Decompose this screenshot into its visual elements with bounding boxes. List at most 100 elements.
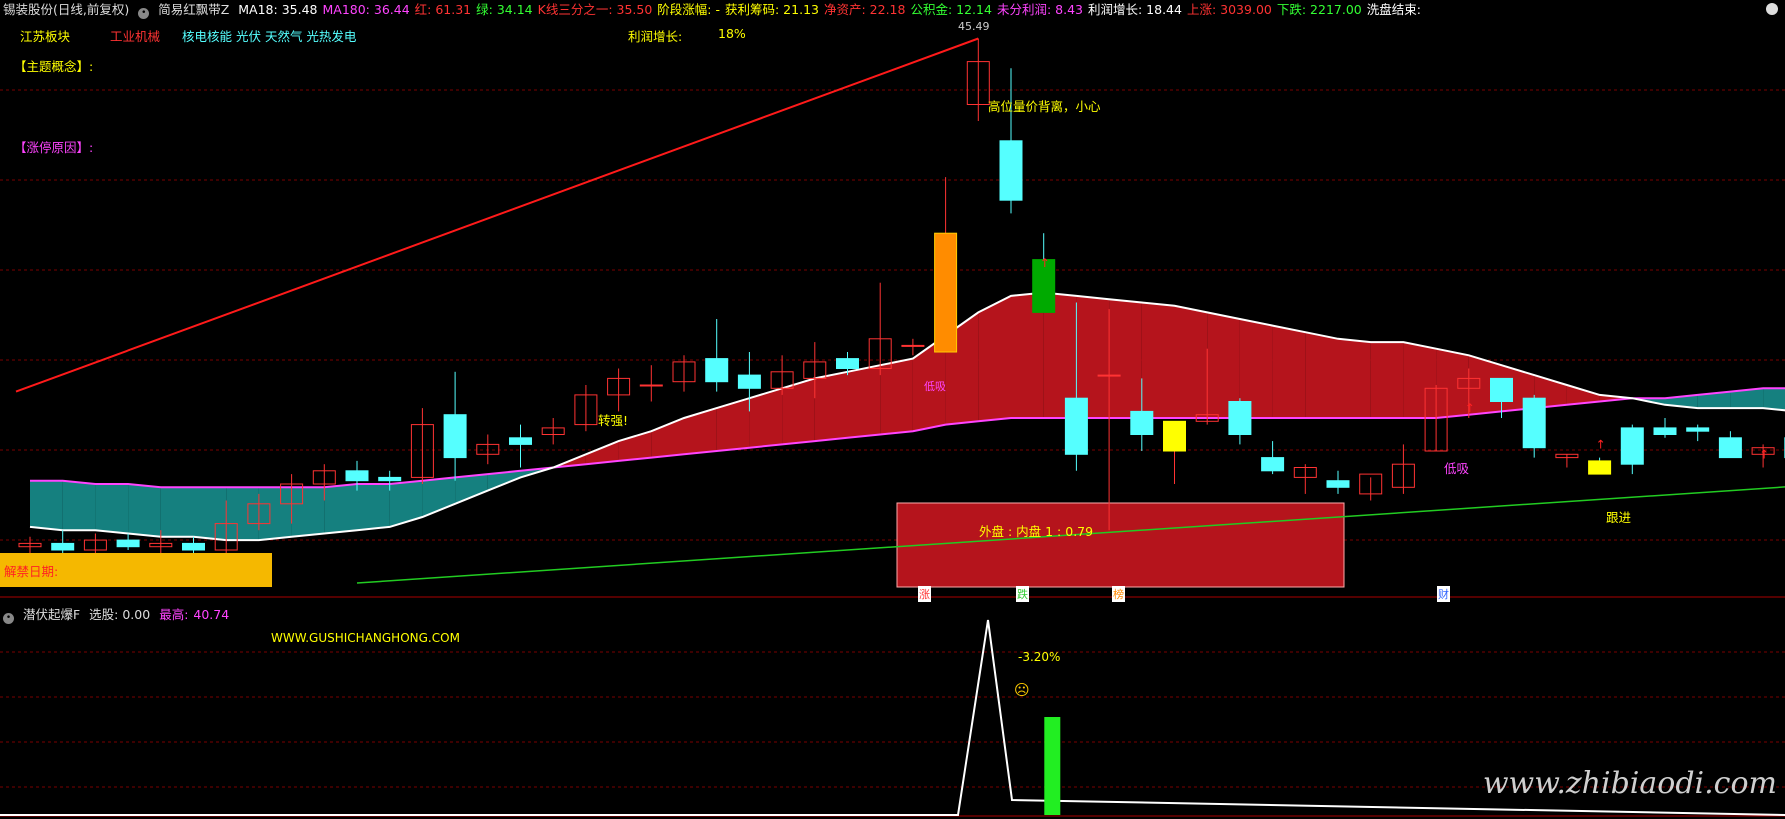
settings-icon[interactable]: • xyxy=(138,8,150,19)
turn-strong-annotation: 转强! xyxy=(598,413,629,428)
up-arrow-icon: ↑ xyxy=(1040,256,1050,270)
ribbon-segment xyxy=(684,408,717,455)
ribbon-segment xyxy=(814,371,848,442)
header-item: 公积金: 12.14 xyxy=(910,2,992,17)
candle-body xyxy=(116,539,140,548)
header-item: 净资产: 22.18 xyxy=(823,2,906,17)
ribbon-segment xyxy=(1370,342,1404,418)
ribbon-segment xyxy=(1338,338,1371,418)
header-item: K线三分之一: 35.50 xyxy=(537,2,653,17)
candle-body xyxy=(639,384,663,387)
website-label: WWW.GUSHICHANGHONG.COM xyxy=(271,631,460,645)
select-label: 选股: 0.00 xyxy=(89,607,151,622)
close-icon[interactable] xyxy=(1766,3,1778,15)
tag-finance: 财 xyxy=(1437,586,1450,602)
high-label: 最高: xyxy=(159,607,189,622)
candle-body xyxy=(999,140,1023,201)
candle-body xyxy=(1228,401,1252,435)
sector-jiangsu: 江苏板块 xyxy=(20,29,71,44)
ribbon-segment xyxy=(1141,302,1175,418)
header-item: 阶段涨幅: - xyxy=(657,2,720,17)
candle-body xyxy=(182,542,205,551)
ribbon-segment xyxy=(1305,332,1338,418)
candle-body xyxy=(509,437,532,445)
ribbon-segment xyxy=(1403,342,1437,418)
candle-body xyxy=(51,542,75,551)
ribbon-segment xyxy=(128,484,161,537)
trend-line-red xyxy=(15,37,979,393)
pct-label: -3.20% xyxy=(1018,650,1061,664)
candle-body xyxy=(836,358,859,370)
header-item: 利润增长: 18.44 xyxy=(1087,2,1182,17)
warning-annotation: 高位量价背离，小心 xyxy=(988,99,1101,114)
indicator-name[interactable]: 简易红飘带Z xyxy=(158,2,229,17)
header-item: MA18: 35.48 xyxy=(238,2,318,17)
follow-annotation: 跟进 xyxy=(1606,510,1632,525)
candle-body xyxy=(1097,374,1121,377)
header-item: 未分利润: 8.43 xyxy=(996,2,1083,17)
sub-header: • 潜伏起爆F 选股: 0.00 最高: 40.74 xyxy=(3,604,234,624)
candle-body xyxy=(1522,397,1546,449)
ribbon-segment xyxy=(62,480,96,531)
ribbon-segment xyxy=(324,484,357,534)
candle-body xyxy=(378,476,402,482)
ratio-box xyxy=(896,502,1345,588)
ribbon-segment xyxy=(193,487,227,541)
candle-body xyxy=(901,344,925,347)
settings-icon[interactable]: • xyxy=(3,613,14,624)
header-item: 绿: 34.14 xyxy=(476,2,533,17)
expire-label: 解禁日期: xyxy=(4,564,59,579)
concept-label: 【主题概念】: xyxy=(14,59,94,74)
ribbon-segment xyxy=(978,295,1011,422)
candle-body xyxy=(1718,437,1742,459)
sub-indicator-name[interactable]: 潜伏起爆F xyxy=(23,607,80,622)
candle-body xyxy=(1588,460,1612,475)
tag-fall: 跌 xyxy=(1016,586,1029,602)
candle-body xyxy=(345,470,369,482)
candle-body xyxy=(1620,427,1644,465)
candle-body xyxy=(934,232,958,353)
kline-chart[interactable]: ↑↑↑↑↑ xyxy=(0,0,1785,819)
tag-list: 榜 xyxy=(1112,586,1125,602)
ribbon-segment xyxy=(226,487,259,541)
header-item: 上涨: 3039.00 xyxy=(1186,2,1272,17)
ratio-annotation: 外盘 : 内盘 1 : 0.79 xyxy=(979,524,1094,539)
ribbon-segment xyxy=(1109,299,1142,418)
up-arrow-icon: ↑ xyxy=(1465,401,1475,415)
ribbon-segment xyxy=(455,474,488,504)
watermark: www.zhibiaodi.com xyxy=(1482,766,1777,801)
ribbon-segment xyxy=(1272,325,1306,418)
profit-value: 18% xyxy=(718,26,746,41)
header-item: 红: 61.31 xyxy=(414,2,472,17)
ribbon-segment xyxy=(258,487,292,541)
stock-name[interactable]: 锡装股份(日线,前复权) xyxy=(3,2,129,17)
sad-face-icon: ☹ xyxy=(1014,681,1030,699)
ribbon-segment xyxy=(357,484,390,531)
up-arrow-icon: ↑ xyxy=(1596,438,1606,452)
ribbon-segment xyxy=(847,365,881,438)
low-absorb-2: 低吸 xyxy=(1444,461,1470,476)
ribbon-segment xyxy=(389,480,423,527)
ribbon-segment xyxy=(1174,305,1208,418)
ribbon-segment xyxy=(95,484,129,534)
candle-body xyxy=(443,414,467,459)
sector-machinery: 工业机械 xyxy=(110,29,161,44)
candle-body xyxy=(1326,480,1350,488)
header-item: 洗盘结束: xyxy=(1366,2,1421,17)
sector-energy: 核电核能 光伏 天然气 光热发电 xyxy=(182,29,357,44)
sub-bar xyxy=(1044,717,1061,815)
ribbon-segment xyxy=(30,480,63,531)
chart-header: 锡装股份(日线,前复权) • 简易红飘带Z MA18: 35.48 MA180: … xyxy=(3,2,1431,19)
ribbon-segment xyxy=(291,487,325,537)
up-arrow-icon: ↑ xyxy=(1759,447,1769,461)
candle-body xyxy=(705,358,729,383)
high-value: 40.74 xyxy=(193,607,230,622)
peak-price: 45.49 xyxy=(958,20,990,33)
tag-rise: 涨 xyxy=(918,586,931,602)
header-item: 下跌: 2217.00 xyxy=(1276,2,1362,17)
ribbon-segment xyxy=(160,487,194,537)
candle-body xyxy=(1653,427,1677,435)
candle-body xyxy=(1490,377,1513,402)
candle-body xyxy=(737,374,761,389)
ribbon-segment xyxy=(880,358,913,435)
